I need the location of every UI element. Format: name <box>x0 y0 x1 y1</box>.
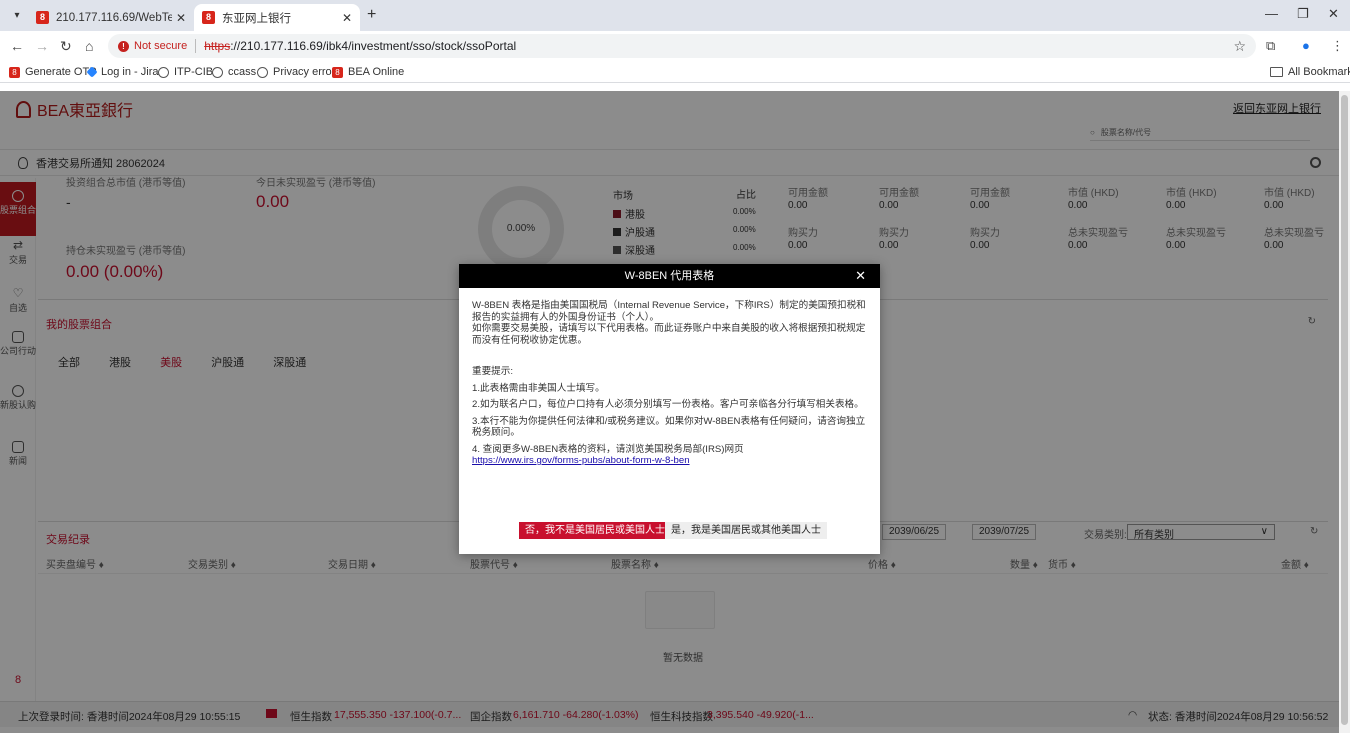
modal-title: W-8BEN 代用表格 <box>624 270 715 282</box>
url-path: ://210.177.116.69/ibk4/investment/sso/st… <box>230 39 517 53</box>
omnibox-divider <box>195 39 197 53</box>
url-scheme: https <box>204 39 231 53</box>
important-item-3: 3.本行不能为你提供任何法律和/或税务建议。如果你对W-8BEN表格有任何疑问，… <box>472 415 866 439</box>
bookmark-label: BEA Online <box>348 66 405 78</box>
page-scrollbar[interactable] <box>1339 91 1350 733</box>
us-person-button[interactable]: 是，我是美国居民或其他美国人士 <box>665 522 827 539</box>
bookmark-label: Privacy error <box>273 66 336 78</box>
browser-toolbar: ← → ↻ ⌂ ! Not secure https ://210.177.11… <box>0 31 1350 61</box>
bea-icon: 8 <box>332 66 343 78</box>
bookmark-star-icon[interactable]: ☆ <box>1233 38 1246 55</box>
important-item-2: 2.如为联名户口，每位户口持有人必须分别填写一份表格。客户可亲临各分行填写相关表… <box>472 399 864 410</box>
address-bar[interactable]: ! Not secure https ://210.177.116.69/ibk… <box>108 34 1256 58</box>
bea-favicon-icon: 8 <box>202 11 215 24</box>
bookmark-jira[interactable]: Log in - Jira <box>86 66 159 78</box>
folder-icon <box>1270 67 1283 77</box>
important-heading: 重要提示: <box>472 366 514 377</box>
not-us-person-button[interactable]: 否，我不是美国居民或美国人士 <box>519 522 671 539</box>
bookmark-privacy-error[interactable]: Privacy error <box>257 66 335 78</box>
bea-favicon-icon: 8 <box>36 11 49 24</box>
tab-close-icon[interactable]: ✕ <box>176 11 186 25</box>
modal-header: W-8BEN 代用表格 ✕ <box>459 264 880 288</box>
all-bookmarks-label: All Bookmarks <box>1288 66 1350 78</box>
menu-kebab-icon[interactable]: ⋮ <box>1331 38 1344 54</box>
bookmark-ccass[interactable]: ccass <box>212 66 256 78</box>
modal-intro: W-8BEN 表格是指由美国国税局（Internal Revenue Servi… <box>472 300 866 323</box>
scrollbar-thumb[interactable] <box>1341 95 1348 725</box>
new-tab-button[interactable]: + <box>367 6 376 24</box>
w8ben-modal: W-8BEN 代用表格 ✕ W-8BEN 表格是指由美国国税局（Internal… <box>459 264 880 554</box>
profile-icon[interactable]: ● <box>1302 38 1310 53</box>
extensions-icon[interactable]: ⧉ <box>1266 38 1275 54</box>
reload-icon[interactable]: ↻ <box>60 38 72 55</box>
restore-icon[interactable]: ❐ <box>1297 6 1309 22</box>
globe-icon <box>257 66 268 78</box>
forward-arrow-icon[interactable]: → <box>35 38 49 54</box>
minimize-icon[interactable]: — <box>1265 6 1278 21</box>
bookmark-label: ccass <box>228 66 257 78</box>
irs-link[interactable]: https://www.irs.gov/forms-pubs/about-for… <box>472 455 690 466</box>
modal-body: W-8BEN 表格是指由美国国税局（Internal Revenue Servi… <box>459 288 880 467</box>
bea-icon: 8 <box>9 66 20 78</box>
bookmark-label: ITP-CIB <box>174 66 214 78</box>
tab-close-icon[interactable]: ✕ <box>342 11 352 25</box>
globe-icon <box>158 66 169 78</box>
all-bookmarks-button[interactable]: All Bookmarks <box>1270 66 1350 78</box>
bookmark-bea-online[interactable]: 8 BEA Online <box>332 66 404 78</box>
back-arrow-icon[interactable]: ← <box>10 38 24 54</box>
home-icon[interactable]: ⌂ <box>85 38 93 54</box>
browser-tab-2[interactable]: 8 东亚网上银行 ✕ <box>194 4 360 31</box>
browser-tabstrip: ▾ 8 210.177.116.69/WebTest/jsp/IB ✕ 8 东亚… <box>0 0 1350 31</box>
bookmark-label: Log in - Jira <box>101 66 159 78</box>
bookmarks-bar: 8 Generate OTP Log in - Jira ITP-CIB ccas… <box>0 61 1350 83</box>
bookmark-generate-otp[interactable]: 8 Generate OTP <box>9 66 97 78</box>
close-window-icon[interactable]: ✕ <box>1328 6 1339 22</box>
important-item-4: 4. 查阅更多W-8BEN表格的资料，请浏览美国税务局部(IRS)网页 <box>472 443 744 455</box>
close-icon[interactable]: ✕ <box>855 264 866 288</box>
bookmark-itp-cib[interactable]: ITP-CIB <box>158 66 213 78</box>
tab-title: 210.177.116.69/WebTest/jsp/IB <box>56 11 172 24</box>
not-secure-label: Not secure <box>134 40 188 52</box>
not-secure-indicator[interactable]: ! Not secure <box>118 40 187 52</box>
important-item-1: 1.此表格需由非美国人士填写。 <box>472 382 605 394</box>
globe-icon <box>212 66 223 78</box>
warning-icon: ! <box>118 40 129 52</box>
jira-icon <box>86 66 98 78</box>
browser-tab-1[interactable]: 8 210.177.116.69/WebTest/jsp/IB ✕ <box>28 4 194 31</box>
tab-title: 东亚网上银行 <box>222 12 291 25</box>
modal-intro-2: 如你需要交易美股，请填写以下代用表格。而此证券账户中来自美股的收入将根据预扣税规… <box>472 323 866 346</box>
tab-search-icon[interactable]: ▾ <box>8 7 26 25</box>
